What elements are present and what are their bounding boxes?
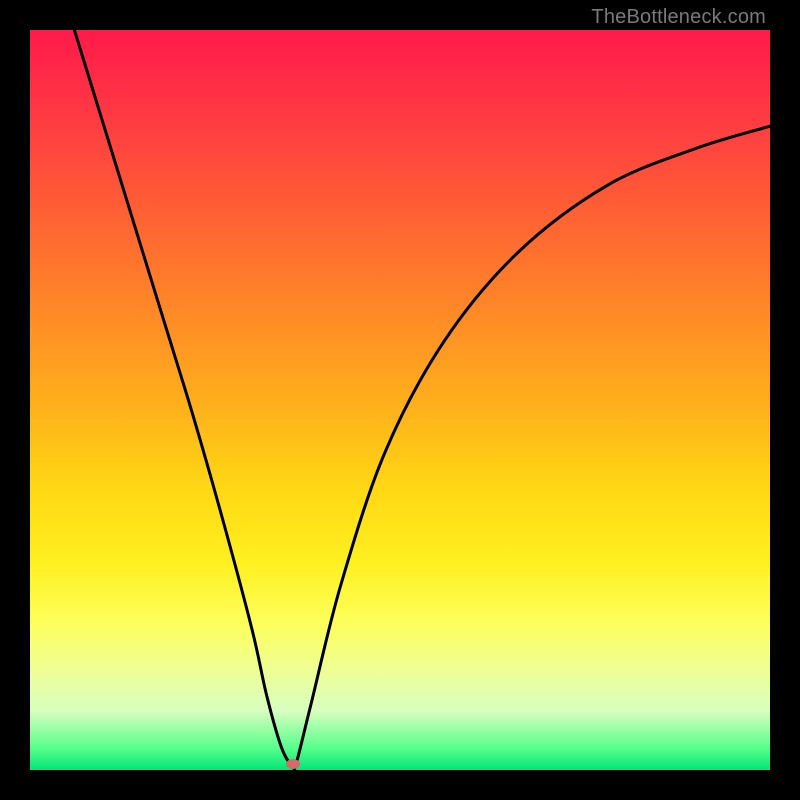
watermark-text: TheBottleneck.com xyxy=(591,6,766,29)
curve-layer xyxy=(30,30,770,770)
bottleneck-curve xyxy=(74,30,770,769)
optimum-marker xyxy=(286,759,300,769)
chart-container: TheBottleneck.com xyxy=(0,0,800,800)
